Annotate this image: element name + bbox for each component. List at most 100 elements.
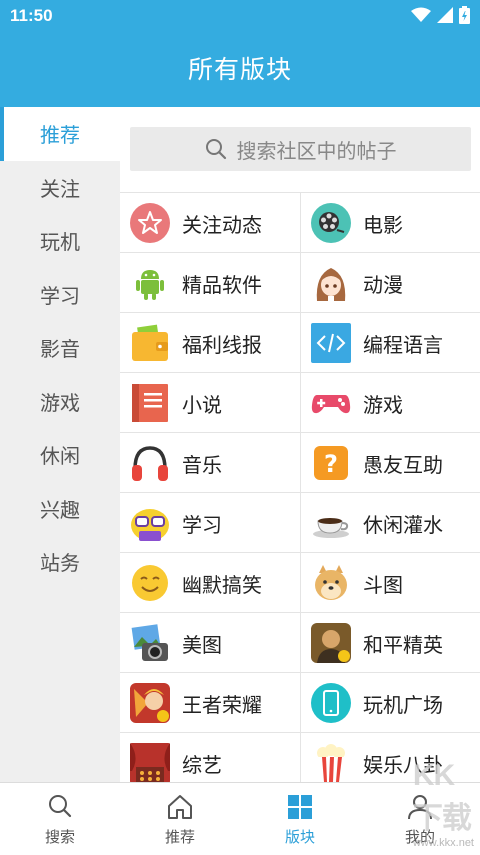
app-bar: 所有版块 [0, 33, 480, 107]
tab-label: 推荐 [164, 827, 195, 846]
board-games[interactable]: 游戏 [300, 373, 480, 433]
board-mutual-help[interactable]: ? 愚友互助 [300, 433, 480, 493]
board-label: 福利线报 [182, 332, 262, 357]
sidebar-item-site-affairs[interactable]: 站务 [0, 535, 120, 589]
board-variety-shows[interactable]: 综艺 [120, 733, 300, 782]
board-label: 精品软件 [182, 272, 262, 297]
board-study[interactable]: 学习 [120, 493, 300, 553]
signal-icon [437, 7, 453, 23]
board-movies[interactable]: 电影 [300, 193, 480, 253]
board-row: 幽默搞笑 斗图 [120, 552, 480, 613]
sidebar-item-media[interactable]: 影音 [0, 321, 120, 375]
board-label: 音乐 [182, 452, 222, 477]
board-row: 关注动态 电影 [120, 192, 480, 253]
search-icon [49, 794, 72, 817]
page-title: 所有版块 [187, 55, 292, 84]
sidebar-item-label: 推荐 [40, 123, 80, 148]
battery-icon [459, 6, 470, 24]
search-box[interactable]: 搜索社区中的帖子 [130, 127, 471, 171]
status-time: 11:50 [10, 6, 53, 25]
board-peace-elite[interactable]: 和平精英 [300, 613, 480, 673]
board-row: 王者荣耀 玩机广场 [120, 672, 480, 733]
watermark: KK下载 www.kkx.net [412, 759, 474, 849]
board-label: 玩机广场 [363, 692, 443, 717]
board-anime[interactable]: 动漫 [300, 253, 480, 313]
gamepad-icon [311, 383, 351, 423]
board-music[interactable]: 音乐 [120, 433, 300, 493]
board-row: 音乐 ? 愚友互助 [120, 432, 480, 493]
board-honor-of-kings[interactable]: 王者荣耀 [120, 673, 300, 733]
doge-icon [311, 563, 351, 603]
photo-camera-icon [130, 623, 170, 663]
sidebar-item-recommend[interactable]: 推荐 [0, 107, 120, 161]
code-icon [311, 323, 351, 363]
popcorn-icon [311, 743, 351, 782]
board-label: 学习 [182, 512, 222, 537]
board-meme-battle[interactable]: 斗图 [300, 553, 480, 613]
board-pictures[interactable]: 美图 [120, 613, 300, 673]
sidebar-item-label: 站务 [40, 551, 80, 576]
question-icon: ? [311, 443, 351, 483]
board-label: 动漫 [363, 272, 403, 297]
search-icon [205, 139, 226, 160]
tab-label: 版块 [284, 827, 315, 846]
coffee-cup-icon [311, 503, 351, 543]
star-badge-icon [130, 203, 170, 243]
grid-icon [288, 794, 312, 819]
board-follow-feed[interactable]: 关注动态 [120, 193, 300, 253]
phone-icon [311, 683, 351, 723]
board-casual-chat[interactable]: 休闲灌水 [300, 493, 480, 553]
smile-face-icon [130, 563, 170, 603]
board-label: 幽默搞笑 [182, 572, 262, 597]
board-label: 愚友互助 [363, 452, 443, 477]
board-novels[interactable]: 小说 [120, 373, 300, 433]
sidebar-item-label: 学习 [40, 283, 80, 308]
watermark-url: www.kkx.net [412, 837, 474, 849]
search-placeholder: 搜索社区中的帖子 [236, 138, 397, 163]
tab-search[interactable]: 搜索 [0, 783, 120, 855]
theater-icon [130, 743, 170, 782]
board-content: 搜索社区中的帖子 关注动态 电影 精品软件 动漫 福利线报 编程语言 小说 游戏… [120, 107, 480, 782]
board-label: 电影 [363, 212, 403, 237]
board-label: 和平精英 [363, 632, 443, 657]
board-label: 小说 [182, 392, 222, 417]
sidebar-item-leisure[interactable]: 休闲 [0, 428, 120, 482]
board-label: 关注动态 [182, 212, 262, 237]
sidebar-item-study[interactable]: 学习 [0, 268, 120, 322]
category-sidebar: 推荐 关注 玩机 学习 影音 游戏 休闲 兴趣 站务 [0, 107, 120, 782]
tab-boards[interactable]: 版块 [240, 783, 360, 855]
svg-text:?: ? [324, 450, 338, 478]
sidebar-item-interests[interactable]: 兴趣 [0, 482, 120, 536]
game-avatar-icon [311, 623, 351, 663]
sidebar-item-label: 影音 [40, 337, 80, 362]
sidebar-item-follow[interactable]: 关注 [0, 161, 120, 215]
tab-recommend[interactable]: 推荐 [120, 783, 240, 855]
game-hero-icon [130, 683, 170, 723]
system-icons [411, 6, 470, 24]
anime-girl-icon [311, 263, 351, 303]
sidebar-item-phone-play[interactable]: 玩机 [0, 214, 120, 268]
status-bar: 11:50 [0, 0, 480, 33]
board-deals[interactable]: 福利线报 [120, 313, 300, 373]
board-row: 学习 休闲灌水 [120, 492, 480, 553]
tab-label: 搜索 [44, 827, 75, 846]
board-quality-software[interactable]: 精品软件 [120, 253, 300, 313]
board-grid: 关注动态 电影 精品软件 动漫 福利线报 编程语言 小说 游戏 音乐 ? 愚友互… [120, 192, 480, 782]
sidebar-item-label: 休闲 [40, 444, 80, 469]
board-label: 综艺 [182, 752, 222, 777]
home-icon [168, 794, 192, 819]
headphones-icon [130, 443, 170, 483]
watermark-brand: KK下载 [412, 759, 472, 835]
board-label: 休闲灌水 [363, 512, 443, 537]
book-icon [130, 383, 170, 423]
board-programming[interactable]: 编程语言 [300, 313, 480, 373]
sidebar-item-label: 游戏 [40, 390, 80, 415]
wallet-icon [130, 323, 170, 363]
board-phone-plaza[interactable]: 玩机广场 [300, 673, 480, 733]
android-icon [130, 263, 170, 303]
nerd-face-icon [130, 503, 170, 543]
sidebar-item-games[interactable]: 游戏 [0, 375, 120, 429]
board-humor[interactable]: 幽默搞笑 [120, 553, 300, 613]
board-label: 斗图 [363, 572, 403, 597]
sidebar-item-label: 兴趣 [40, 497, 80, 522]
